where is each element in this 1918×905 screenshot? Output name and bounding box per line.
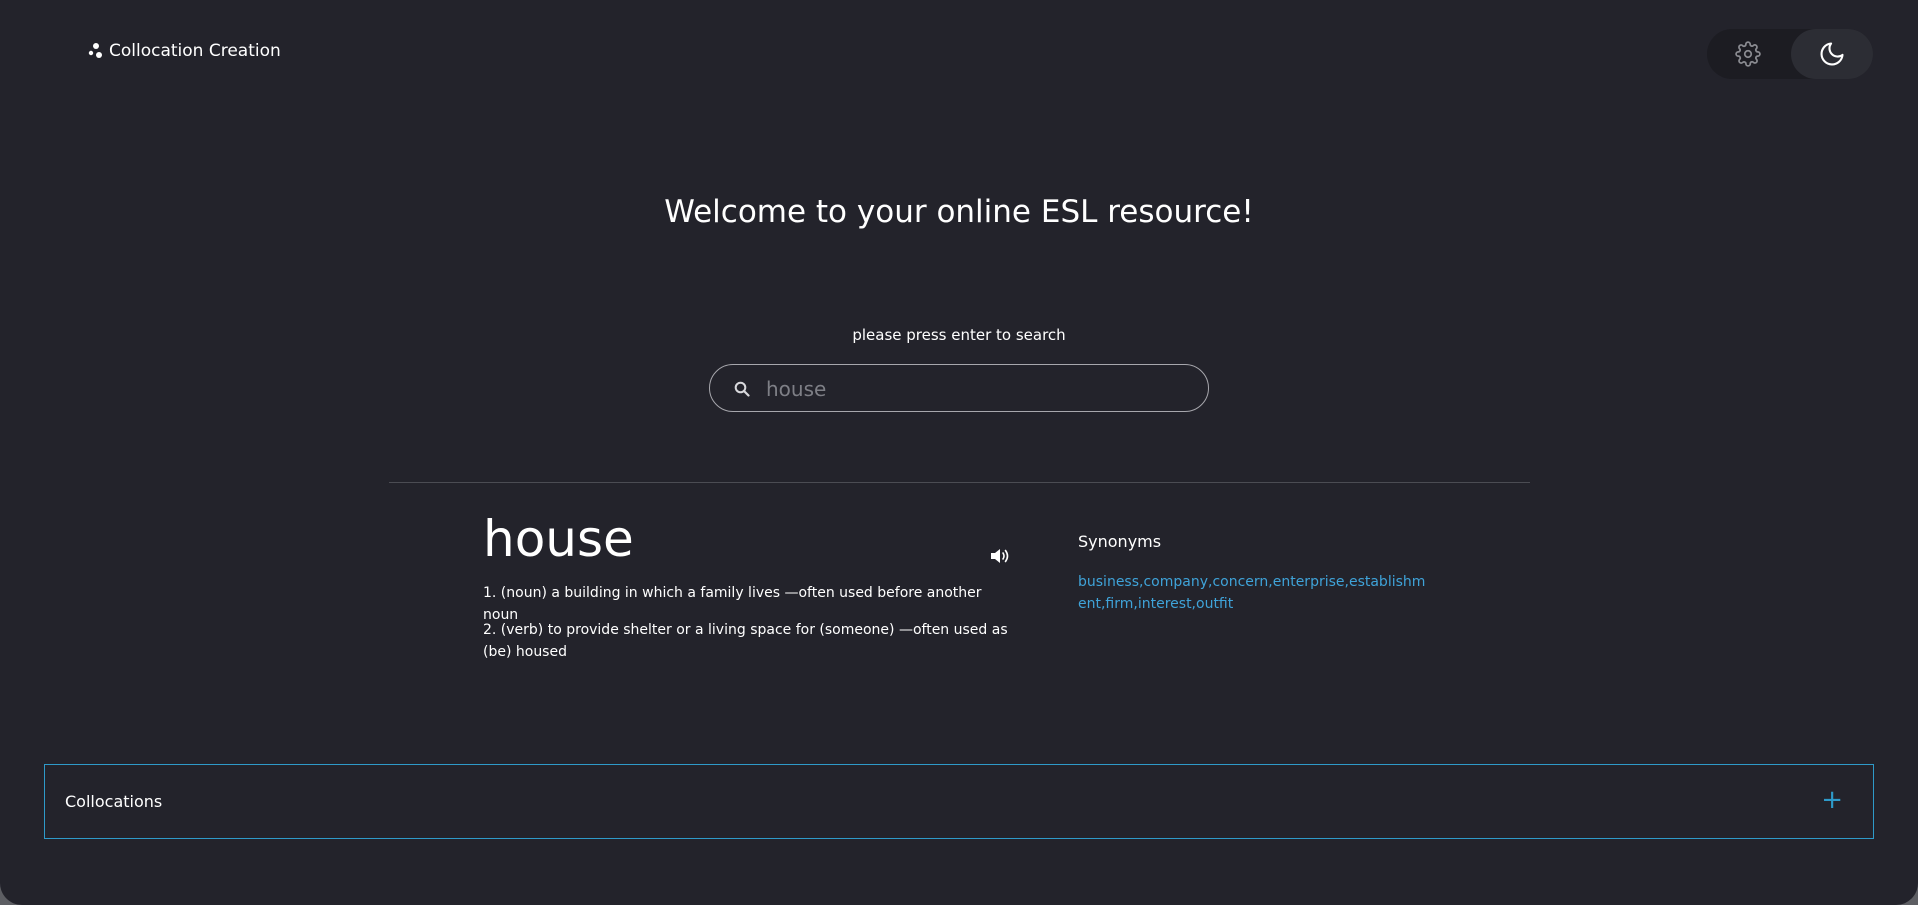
app-name: Collocation Creation (109, 41, 281, 61)
synonyms-list[interactable]: business,company,concern,enterprise,esta… (1078, 571, 1430, 615)
page-title: Welcome to your online ESL resource! (664, 194, 1254, 230)
app-window: Collocation Creation Welcome to your onl… (0, 0, 1918, 905)
speaker-icon[interactable] (989, 546, 1011, 566)
header-controls (1707, 29, 1873, 79)
theme-toggle-button[interactable] (1791, 29, 1873, 79)
result-word: house (483, 510, 634, 568)
plus-icon[interactable]: + (1821, 787, 1843, 813)
divider (389, 482, 1530, 483)
gear-icon (1735, 41, 1761, 67)
moon-icon (1820, 42, 1844, 66)
synonyms-heading: Synonyms (1078, 532, 1162, 551)
collocations-label: Collocations (65, 792, 163, 811)
dots-logo-icon (88, 43, 102, 58)
logo[interactable]: Collocation Creation (87, 41, 281, 61)
settings-button[interactable] (1707, 29, 1789, 79)
collocations-accordion[interactable]: Collocations + (44, 764, 1874, 839)
search-icon (734, 381, 750, 397)
search-box[interactable] (709, 364, 1209, 412)
search-hint: please press enter to search (852, 326, 1066, 344)
definition-item: 2. (verb) to provide shelter or a living… (483, 622, 1008, 660)
search-input[interactable] (764, 371, 1188, 407)
